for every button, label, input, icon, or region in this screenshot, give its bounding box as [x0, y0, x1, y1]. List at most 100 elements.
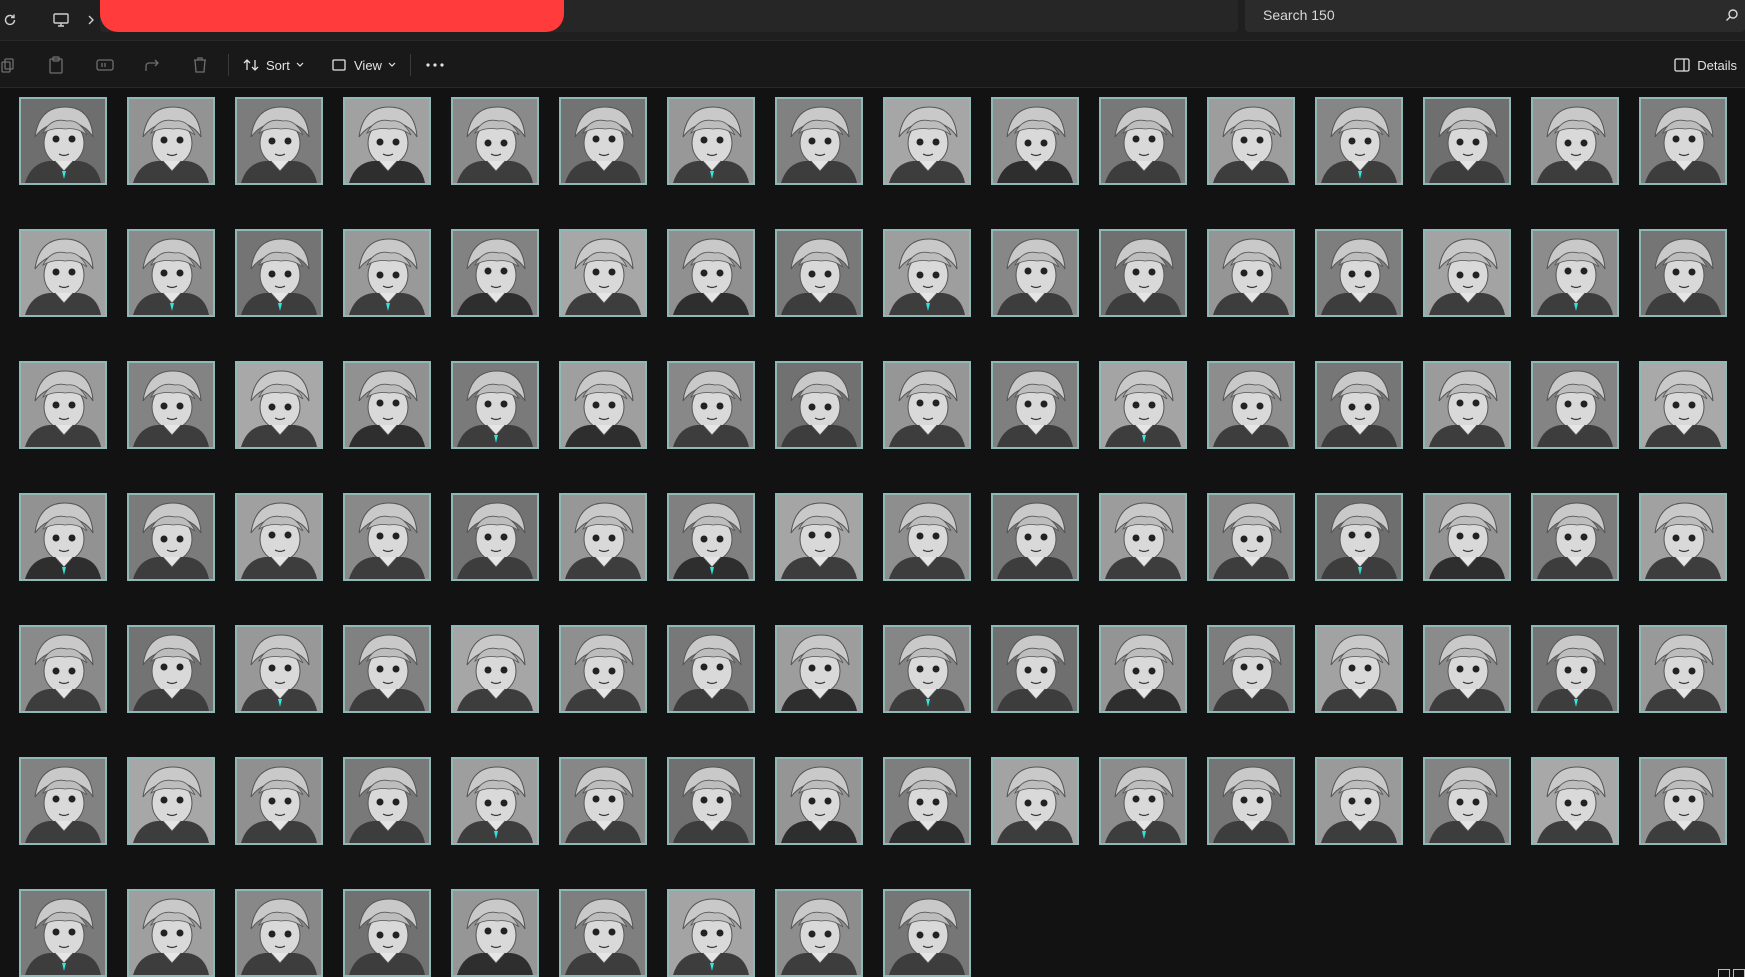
file-thumbnail[interactable]: [1423, 493, 1511, 581]
file-thumbnail[interactable]: [991, 493, 1079, 581]
file-thumbnail[interactable]: [1423, 97, 1511, 185]
file-thumbnail[interactable]: [1207, 229, 1295, 317]
file-thumbnail[interactable]: [1531, 97, 1619, 185]
file-thumbnail[interactable]: [775, 229, 863, 317]
search-input[interactable]: Search 150: [1263, 7, 1335, 23]
file-thumbnail[interactable]: [235, 889, 323, 977]
file-thumbnail[interactable]: [667, 757, 755, 845]
file-thumbnail[interactable]: [343, 889, 431, 977]
file-thumbnail[interactable]: [1099, 757, 1187, 845]
file-thumbnail[interactable]: [451, 625, 539, 713]
file-thumbnail[interactable]: [343, 361, 431, 449]
file-thumbnail[interactable]: [559, 361, 647, 449]
file-thumbnail[interactable]: [343, 625, 431, 713]
file-thumbnail[interactable]: [19, 97, 107, 185]
file-thumbnail[interactable]: [991, 97, 1079, 185]
file-thumbnail[interactable]: [1207, 493, 1295, 581]
file-thumbnail[interactable]: [1315, 361, 1403, 449]
file-thumbnail[interactable]: [1423, 361, 1511, 449]
file-thumbnail[interactable]: [19, 757, 107, 845]
file-thumbnail[interactable]: [883, 625, 971, 713]
file-thumbnail[interactable]: [775, 361, 863, 449]
file-thumbnail[interactable]: [991, 361, 1079, 449]
file-thumbnail[interactable]: [991, 229, 1079, 317]
file-thumbnail[interactable]: [1531, 757, 1619, 845]
file-thumbnail[interactable]: [451, 757, 539, 845]
file-thumbnail[interactable]: [775, 493, 863, 581]
file-thumbnail[interactable]: [343, 229, 431, 317]
paste-icon[interactable]: [48, 53, 64, 77]
file-thumbnail[interactable]: [667, 889, 755, 977]
file-thumbnail[interactable]: [775, 889, 863, 977]
file-thumbnail[interactable]: [667, 97, 755, 185]
file-thumbnail[interactable]: [1099, 229, 1187, 317]
file-thumbnail[interactable]: [127, 757, 215, 845]
file-thumbnail[interactable]: [667, 229, 755, 317]
file-thumbnail[interactable]: [991, 757, 1079, 845]
file-thumbnail[interactable]: [19, 625, 107, 713]
file-thumbnail[interactable]: [235, 757, 323, 845]
file-thumbnail[interactable]: [883, 229, 971, 317]
file-thumbnail[interactable]: [451, 361, 539, 449]
file-thumbnail[interactable]: [1639, 229, 1727, 317]
file-thumbnail[interactable]: [451, 493, 539, 581]
file-thumbnail[interactable]: [1639, 361, 1727, 449]
file-thumbnail[interactable]: [1207, 625, 1295, 713]
file-thumbnail[interactable]: [1207, 361, 1295, 449]
file-thumbnail[interactable]: [1639, 625, 1727, 713]
file-thumbnail[interactable]: [343, 97, 431, 185]
file-thumbnail[interactable]: [127, 361, 215, 449]
file-thumbnail[interactable]: [883, 97, 971, 185]
copy-icon[interactable]: [0, 53, 16, 77]
file-thumbnail[interactable]: [1315, 757, 1403, 845]
file-thumbnail[interactable]: [19, 361, 107, 449]
file-thumbnail[interactable]: [235, 97, 323, 185]
file-thumbnail[interactable]: [451, 889, 539, 977]
file-thumbnail[interactable]: [1207, 757, 1295, 845]
this-pc-icon[interactable]: [46, 5, 76, 35]
search-box[interactable]: Search 150: [1245, 0, 1745, 32]
file-thumbnail[interactable]: [127, 889, 215, 977]
file-thumbnail[interactable]: [1531, 625, 1619, 713]
file-thumbnail[interactable]: [1207, 97, 1295, 185]
file-thumbnail[interactable]: [775, 625, 863, 713]
file-thumbnail[interactable]: [235, 229, 323, 317]
file-thumbnail[interactable]: [1639, 757, 1727, 845]
file-thumbnail[interactable]: [1099, 625, 1187, 713]
file-thumbnail[interactable]: [1315, 97, 1403, 185]
address-path-redacted[interactable]: [100, 0, 564, 32]
file-thumbnail[interactable]: [19, 889, 107, 977]
file-thumbnail[interactable]: [1531, 361, 1619, 449]
file-thumbnail[interactable]: [235, 361, 323, 449]
file-thumbnail[interactable]: [235, 493, 323, 581]
file-thumbnail[interactable]: [127, 229, 215, 317]
file-thumbnail[interactable]: [127, 97, 215, 185]
sort-button[interactable]: Sort: [243, 53, 304, 77]
file-thumbnail[interactable]: [667, 361, 755, 449]
file-thumbnail[interactable]: [559, 757, 647, 845]
file-thumbnail[interactable]: [451, 97, 539, 185]
file-thumbnail[interactable]: [1531, 229, 1619, 317]
file-thumbnail[interactable]: [1423, 625, 1511, 713]
file-thumbnail[interactable]: [1099, 493, 1187, 581]
file-thumbnail[interactable]: [991, 625, 1079, 713]
file-thumbnail[interactable]: [235, 625, 323, 713]
details-pane-button[interactable]: Details: [1674, 53, 1737, 77]
delete-icon[interactable]: [192, 53, 208, 77]
file-thumbnail[interactable]: [1423, 229, 1511, 317]
file-thumbnail[interactable]: [127, 625, 215, 713]
file-thumbnail[interactable]: [559, 889, 647, 977]
file-thumbnail[interactable]: [1531, 493, 1619, 581]
file-thumbnail[interactable]: [883, 889, 971, 977]
file-thumbnail[interactable]: [1639, 493, 1727, 581]
file-thumbnail[interactable]: [883, 757, 971, 845]
view-mode-switcher[interactable]: [1715, 969, 1745, 977]
file-thumbnail[interactable]: [127, 493, 215, 581]
file-thumbnail[interactable]: [1315, 625, 1403, 713]
file-thumbnail[interactable]: [343, 757, 431, 845]
refresh-icon[interactable]: [0, 5, 25, 35]
file-thumbnail[interactable]: [883, 361, 971, 449]
file-thumbnail[interactable]: [19, 229, 107, 317]
file-thumbnail[interactable]: [1099, 97, 1187, 185]
file-thumbnail[interactable]: [559, 493, 647, 581]
